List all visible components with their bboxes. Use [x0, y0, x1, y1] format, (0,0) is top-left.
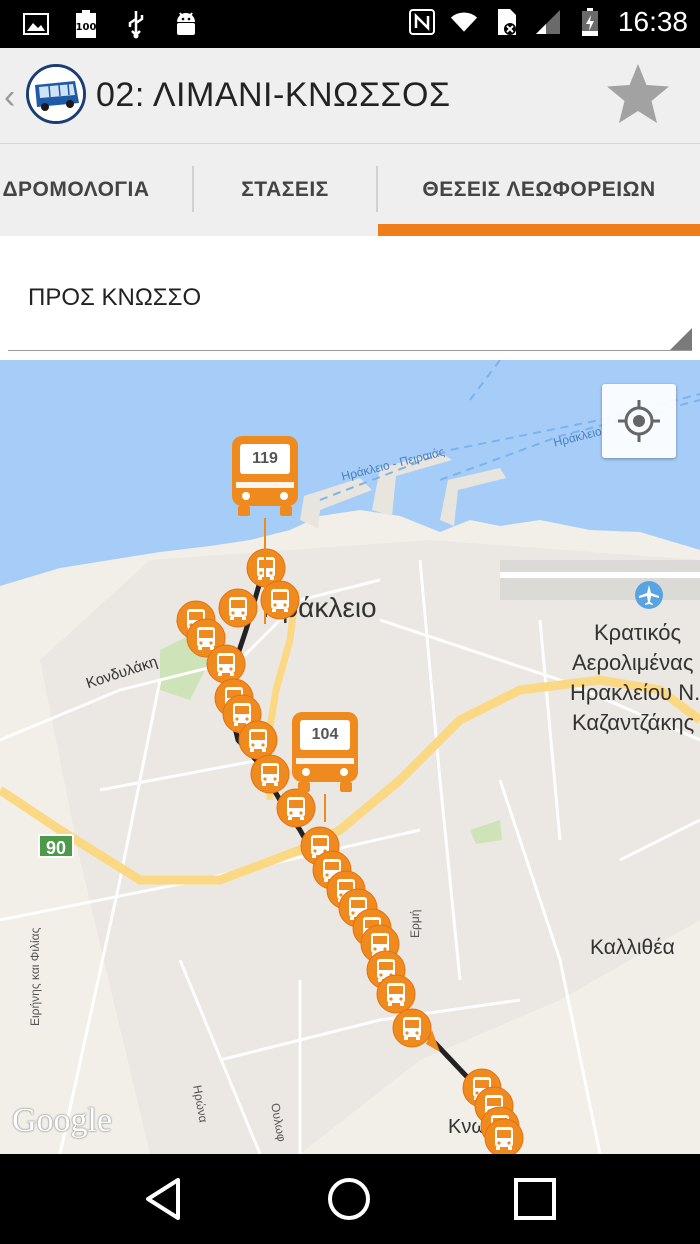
google-logo: Google — [12, 1102, 113, 1139]
airport-label: Ηρακλείου Ν. — [570, 680, 700, 705]
map-view[interactable]: Ηράκλειο Κρατικός Αερολιμένας Ηρακλείου … — [0, 360, 700, 1154]
bus-logo-icon[interactable] — [26, 64, 86, 124]
area-label: Καλλιθέα — [590, 936, 675, 959]
screen: 100 16:38 ‹ 02: ΛΙΜΑΝΙ-ΚΝΩΣΣΟΣ ΔΡΟΜΟΛΟΓΙ… — [0, 0, 700, 1244]
airport-label: Καζαντζάκης — [572, 710, 695, 735]
my-location-button[interactable] — [602, 384, 676, 458]
nfc-icon — [408, 6, 436, 38]
navigation-bar — [0, 1154, 700, 1244]
bus-position-marker[interactable] — [260, 580, 300, 620]
street-label: Ερμή — [408, 909, 422, 938]
up-navigation-icon[interactable]: ‹ — [4, 78, 15, 117]
wifi-icon — [450, 6, 478, 38]
battery-charging-icon — [576, 6, 604, 38]
selected-tab-indicator — [378, 224, 700, 236]
road-90-shield: 90 — [38, 834, 74, 858]
street-label: Ειρήνης και Φιλίας — [28, 927, 42, 1026]
bus-route-label: 119 — [252, 450, 278, 467]
tab-bar: ΔΡΟΜΟΛΟΓΙΑ ΣΤΑΣΕΙΣ ΘΕΣΕΙΣ ΛΕΩΦΟΡΕΙΩΝ — [0, 144, 700, 236]
bus-icon — [484, 1118, 524, 1154]
bus-route-label: 104 — [311, 726, 339, 743]
spinner-dropdown-icon — [670, 328, 692, 350]
bus-position-marker[interactable] — [484, 1118, 524, 1154]
no-sim-icon — [492, 6, 520, 38]
usb-icon — [122, 8, 150, 40]
battery-100-notification-icon: 100 — [72, 8, 100, 40]
spinner-underline — [8, 350, 692, 351]
tab-stops[interactable]: ΣΤΑΣΕΙΣ — [194, 144, 376, 236]
recents-icon[interactable] — [510, 1174, 560, 1224]
action-bar: ‹ 02: ΛΙΜΑΝΙ-ΚΝΩΣΣΟΣ — [0, 48, 700, 144]
android-debug-icon — [172, 8, 200, 40]
my-location-icon — [618, 400, 660, 442]
favorite-star-icon[interactable] — [604, 60, 672, 128]
airport-icon — [635, 581, 663, 609]
home-icon[interactable] — [324, 1174, 374, 1224]
marker-stem — [324, 794, 326, 822]
bus-icon — [392, 1008, 432, 1048]
tab-bus-positions[interactable]: ΘΕΣΕΙΣ ΛΕΩΦΟΡΕΙΩΝ — [378, 144, 700, 236]
back-icon[interactable] — [140, 1174, 190, 1224]
airport-label: Κρατικός — [594, 620, 682, 645]
svg-text:100: 100 — [76, 22, 97, 33]
status-bar: 100 16:38 — [0, 0, 700, 48]
clock: 16:38 — [617, 6, 688, 37]
bus-icon — [260, 580, 300, 620]
page-title: 02: ΛΙΜΑΝΙ-ΚΝΩΣΣΟΣ — [96, 76, 451, 114]
gallery-notification-icon — [22, 8, 50, 40]
bus-icon — [292, 712, 358, 792]
tab-schedules[interactable]: ΔΡΟΜΟΛΟΓΙΑ — [0, 144, 192, 236]
direction-spinner-value: ΠΡΟΣ ΚΝΩΣΣΟ — [28, 284, 202, 311]
bus-position-marker[interactable] — [392, 1008, 432, 1048]
bus-marker-119[interactable]: 119 — [230, 434, 300, 624]
airport-label: Αερολιμένας — [572, 650, 694, 675]
bus-icon — [232, 436, 298, 516]
marker-stem — [264, 518, 266, 624]
bus-marker-104[interactable]: 104 — [290, 710, 360, 822]
direction-spinner[interactable]: ΠΡΟΣ ΚΝΩΣΣΟ — [0, 236, 700, 360]
signal-icon — [534, 6, 562, 38]
